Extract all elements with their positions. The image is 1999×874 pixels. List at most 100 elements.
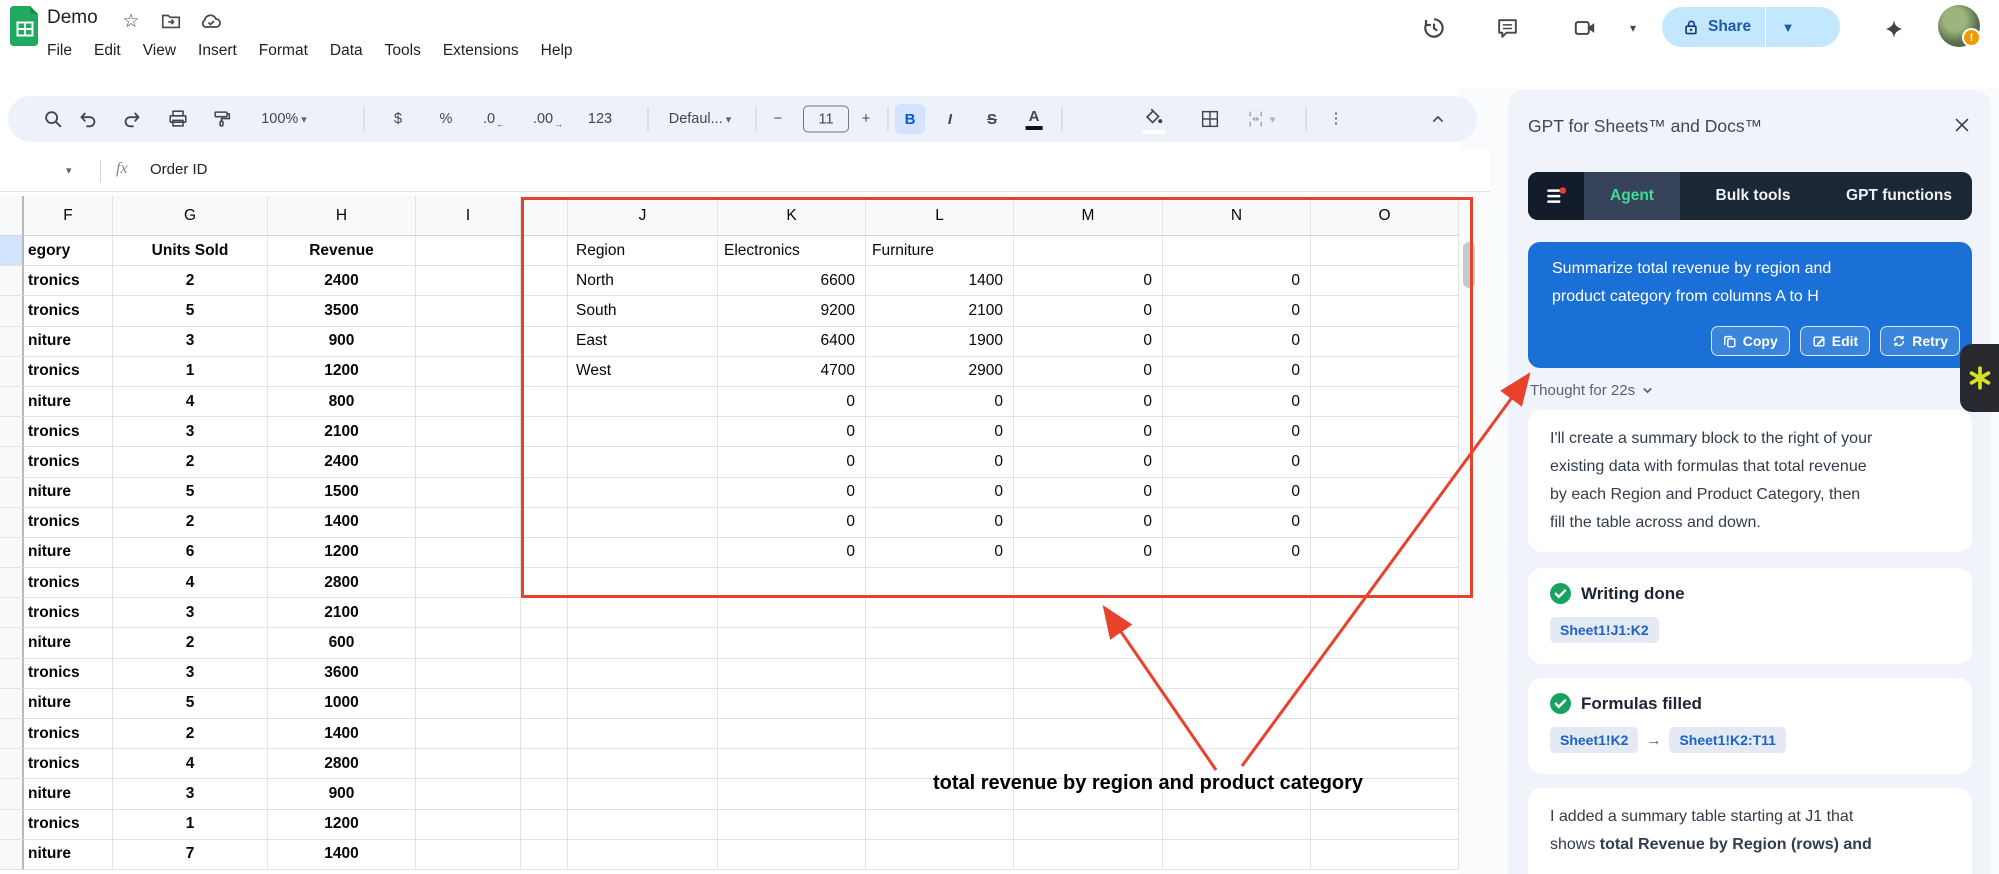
cell[interactable] <box>866 719 1014 750</box>
cell[interactable] <box>568 719 718 750</box>
cell[interactable] <box>1311 507 1459 538</box>
cell[interactable]: 4 <box>113 386 268 418</box>
cell[interactable] <box>521 809 568 840</box>
cell[interactable]: 1200 <box>268 356 416 387</box>
cell[interactable]: 0 <box>1014 326 1163 357</box>
cell[interactable] <box>416 568 521 599</box>
cell[interactable]: 0 <box>1163 386 1311 418</box>
cell[interactable] <box>718 719 866 750</box>
cell[interactable] <box>416 266 521 297</box>
cell[interactable] <box>568 779 718 810</box>
tab-agent[interactable]: Agent <box>1584 172 1680 220</box>
range-chip[interactable]: Sheet1!K2:T11 <box>1669 727 1786 753</box>
cell[interactable]: 900 <box>268 326 416 357</box>
cell[interactable]: 3 <box>113 598 268 629</box>
row-header[interactable] <box>0 296 24 327</box>
cell[interactable] <box>568 447 718 478</box>
cell[interactable]: Units Sold <box>113 236 268 267</box>
cell[interactable]: 2900 <box>866 356 1014 387</box>
cell[interactable] <box>1014 628 1163 659</box>
cell[interactable]: West <box>568 356 718 387</box>
cell[interactable]: 0 <box>1014 386 1163 418</box>
cell[interactable]: 0 <box>866 507 1014 538</box>
cell[interactable]: 0 <box>1014 266 1163 297</box>
cell[interactable]: 2 <box>113 719 268 750</box>
cell[interactable] <box>1014 688 1163 719</box>
cell[interactable] <box>568 749 718 780</box>
cell[interactable] <box>1163 598 1311 629</box>
cell[interactable] <box>521 537 568 569</box>
cell[interactable]: niture <box>24 326 113 357</box>
cell[interactable] <box>521 568 568 599</box>
cell[interactable]: tronics <box>24 809 113 840</box>
cell[interactable]: 2 <box>113 628 268 659</box>
cell[interactable] <box>521 779 568 810</box>
cell[interactable]: 0 <box>718 417 866 448</box>
cell[interactable] <box>1311 658 1459 689</box>
menu-item-insert[interactable]: Insert <box>187 38 248 64</box>
cell[interactable]: 2800 <box>268 749 416 780</box>
row-header[interactable] <box>0 839 24 870</box>
cell[interactable]: 1200 <box>268 537 416 569</box>
menu-item-data[interactable]: Data <box>319 38 374 64</box>
cell[interactable] <box>866 809 1014 840</box>
column-header-G[interactable]: G <box>113 196 268 236</box>
cell[interactable] <box>1163 839 1311 870</box>
row-header[interactable] <box>0 477 24 508</box>
row-header[interactable] <box>0 779 24 810</box>
cell[interactable]: 600 <box>268 628 416 659</box>
cell[interactable]: 3 <box>113 658 268 689</box>
cell[interactable] <box>866 628 1014 659</box>
cell[interactable] <box>1311 417 1459 448</box>
cell[interactable] <box>521 507 568 538</box>
cell[interactable]: 0 <box>718 537 866 569</box>
cell[interactable]: 3500 <box>268 296 416 327</box>
row-header[interactable] <box>0 236 24 267</box>
cell[interactable] <box>1311 386 1459 418</box>
cell[interactable] <box>1311 477 1459 508</box>
cell[interactable] <box>416 447 521 478</box>
column-header-5[interactable] <box>521 196 568 236</box>
strikethrough-button[interactable]: S <box>987 104 997 134</box>
cell[interactable] <box>521 447 568 478</box>
row-header[interactable] <box>0 749 24 780</box>
cell[interactable]: 2400 <box>268 447 416 478</box>
increase-decimal-button[interactable]: .00 → <box>533 104 563 134</box>
cell[interactable] <box>416 507 521 538</box>
cell[interactable]: 1400 <box>268 719 416 750</box>
decrease-font-size-button[interactable]: − <box>774 104 782 134</box>
cell[interactable]: 0 <box>866 477 1014 508</box>
move-folder-icon[interactable] <box>158 8 184 34</box>
cell[interactable] <box>521 749 568 780</box>
cell[interactable]: 5 <box>113 477 268 508</box>
cell[interactable] <box>568 568 718 599</box>
row-header[interactable] <box>0 326 24 357</box>
column-header-I[interactable]: I <box>416 196 521 236</box>
cell[interactable]: 1400 <box>866 266 1014 297</box>
cell[interactable]: 0 <box>1163 477 1311 508</box>
cell[interactable] <box>568 839 718 870</box>
cell[interactable]: 3 <box>113 417 268 448</box>
cell[interactable]: 2 <box>113 266 268 297</box>
cell[interactable] <box>521 266 568 297</box>
cell[interactable]: 0 <box>1163 266 1311 297</box>
cell[interactable] <box>521 296 568 327</box>
cell[interactable]: 2100 <box>268 598 416 629</box>
cell[interactable] <box>1311 447 1459 478</box>
cell[interactable] <box>1163 628 1311 659</box>
cell[interactable]: 6400 <box>718 326 866 357</box>
cell[interactable]: 0 <box>1014 507 1163 538</box>
cell[interactable] <box>1311 598 1459 629</box>
cell[interactable]: 1200 <box>268 809 416 840</box>
cell[interactable]: 2800 <box>268 568 416 599</box>
cell[interactable]: 0 <box>1014 537 1163 569</box>
cell[interactable] <box>568 417 718 448</box>
cell[interactable] <box>568 688 718 719</box>
menu-item-view[interactable]: View <box>132 38 187 64</box>
menu-item-edit[interactable]: Edit <box>83 38 132 64</box>
paint-format-icon[interactable] <box>211 104 233 134</box>
cell[interactable]: 3600 <box>268 658 416 689</box>
cell[interactable]: 0 <box>1014 447 1163 478</box>
cell[interactable] <box>416 296 521 327</box>
cell[interactable]: 0 <box>1014 356 1163 387</box>
